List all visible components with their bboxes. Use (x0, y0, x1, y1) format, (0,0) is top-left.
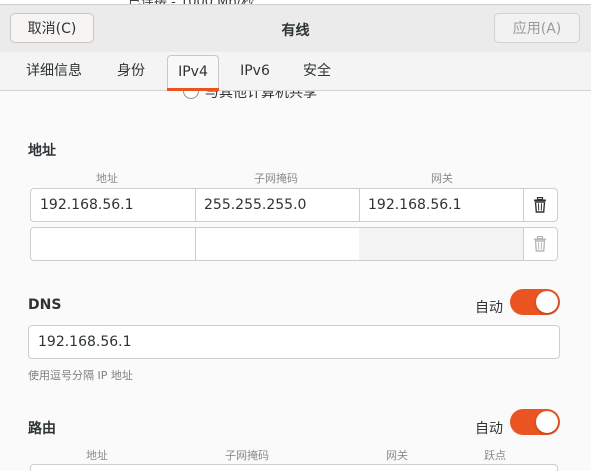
address-row-2 (30, 227, 558, 261)
address-field[interactable] (31, 228, 196, 260)
toggle-knob (536, 411, 558, 433)
address-row-1: 192.168.56.1 255.255.255.0 192.168.56.1 (30, 188, 558, 222)
trash-icon (533, 236, 547, 252)
trash-icon (533, 197, 547, 213)
netmask-field[interactable] (195, 228, 360, 260)
dns-server-input[interactable]: 192.168.56.1 (28, 325, 560, 359)
netmask-field[interactable]: 255.255.255.0 (195, 189, 360, 221)
route-column-header-address: 地址 (32, 447, 162, 463)
routes-auto-label: 自动 (475, 418, 503, 438)
wired-settings-dialog: 取消(C) 有线 应用(A) 详细信息 身份 IPv4 IPv6 安全 与其他计… (0, 4, 591, 471)
tab-bar: 详细信息 身份 IPv4 IPv6 安全 (0, 52, 591, 91)
routes-section-title: 路由 (28, 418, 56, 438)
method-option-shared[interactable]: 与其他计算机共享 (183, 91, 317, 102)
address-field[interactable]: 192.168.56.1 (31, 189, 196, 221)
apply-button[interactable]: 应用(A) (494, 13, 580, 43)
ipv4-content: 与其他计算机共享 地址 地址 子网掩码 网关 192.168.56.1 255.… (0, 91, 591, 471)
tab-ipv6[interactable]: IPv6 (231, 52, 279, 90)
header-bar: 取消(C) 有线 应用(A) (0, 5, 591, 52)
column-header-netmask: 子网掩码 (196, 170, 356, 186)
dns-section-title: DNS (28, 297, 61, 313)
route-column-header-gateway: 网关 (332, 447, 462, 463)
method-option-label: 与其他计算机共享 (205, 91, 317, 101)
tab-ipv4[interactable]: IPv4 (167, 55, 219, 89)
tab-identity[interactable]: 身份 (106, 52, 156, 90)
route-column-header-metric: 跃点 (470, 447, 520, 463)
gateway-field[interactable]: 192.168.56.1 (359, 189, 524, 221)
delete-address-button[interactable] (523, 228, 557, 260)
delete-address-button[interactable] (523, 189, 557, 221)
gateway-field[interactable] (359, 228, 524, 260)
toggle-knob (536, 291, 558, 313)
tab-security[interactable]: 安全 (292, 52, 342, 90)
routes-auto-toggle[interactable] (510, 409, 560, 435)
column-header-gateway: 网关 (360, 170, 524, 186)
route-column-header-netmask: 子网掩码 (182, 447, 312, 463)
column-header-address: 地址 (32, 170, 182, 186)
dns-auto-toggle[interactable] (510, 289, 560, 315)
dns-auto-label: 自动 (475, 297, 503, 317)
address-section-title: 地址 (28, 140, 56, 160)
tab-details[interactable]: 详细信息 (16, 52, 92, 90)
dns-hint: 使用逗号分隔 IP 地址 (28, 367, 133, 383)
radio-button[interactable] (183, 91, 199, 99)
